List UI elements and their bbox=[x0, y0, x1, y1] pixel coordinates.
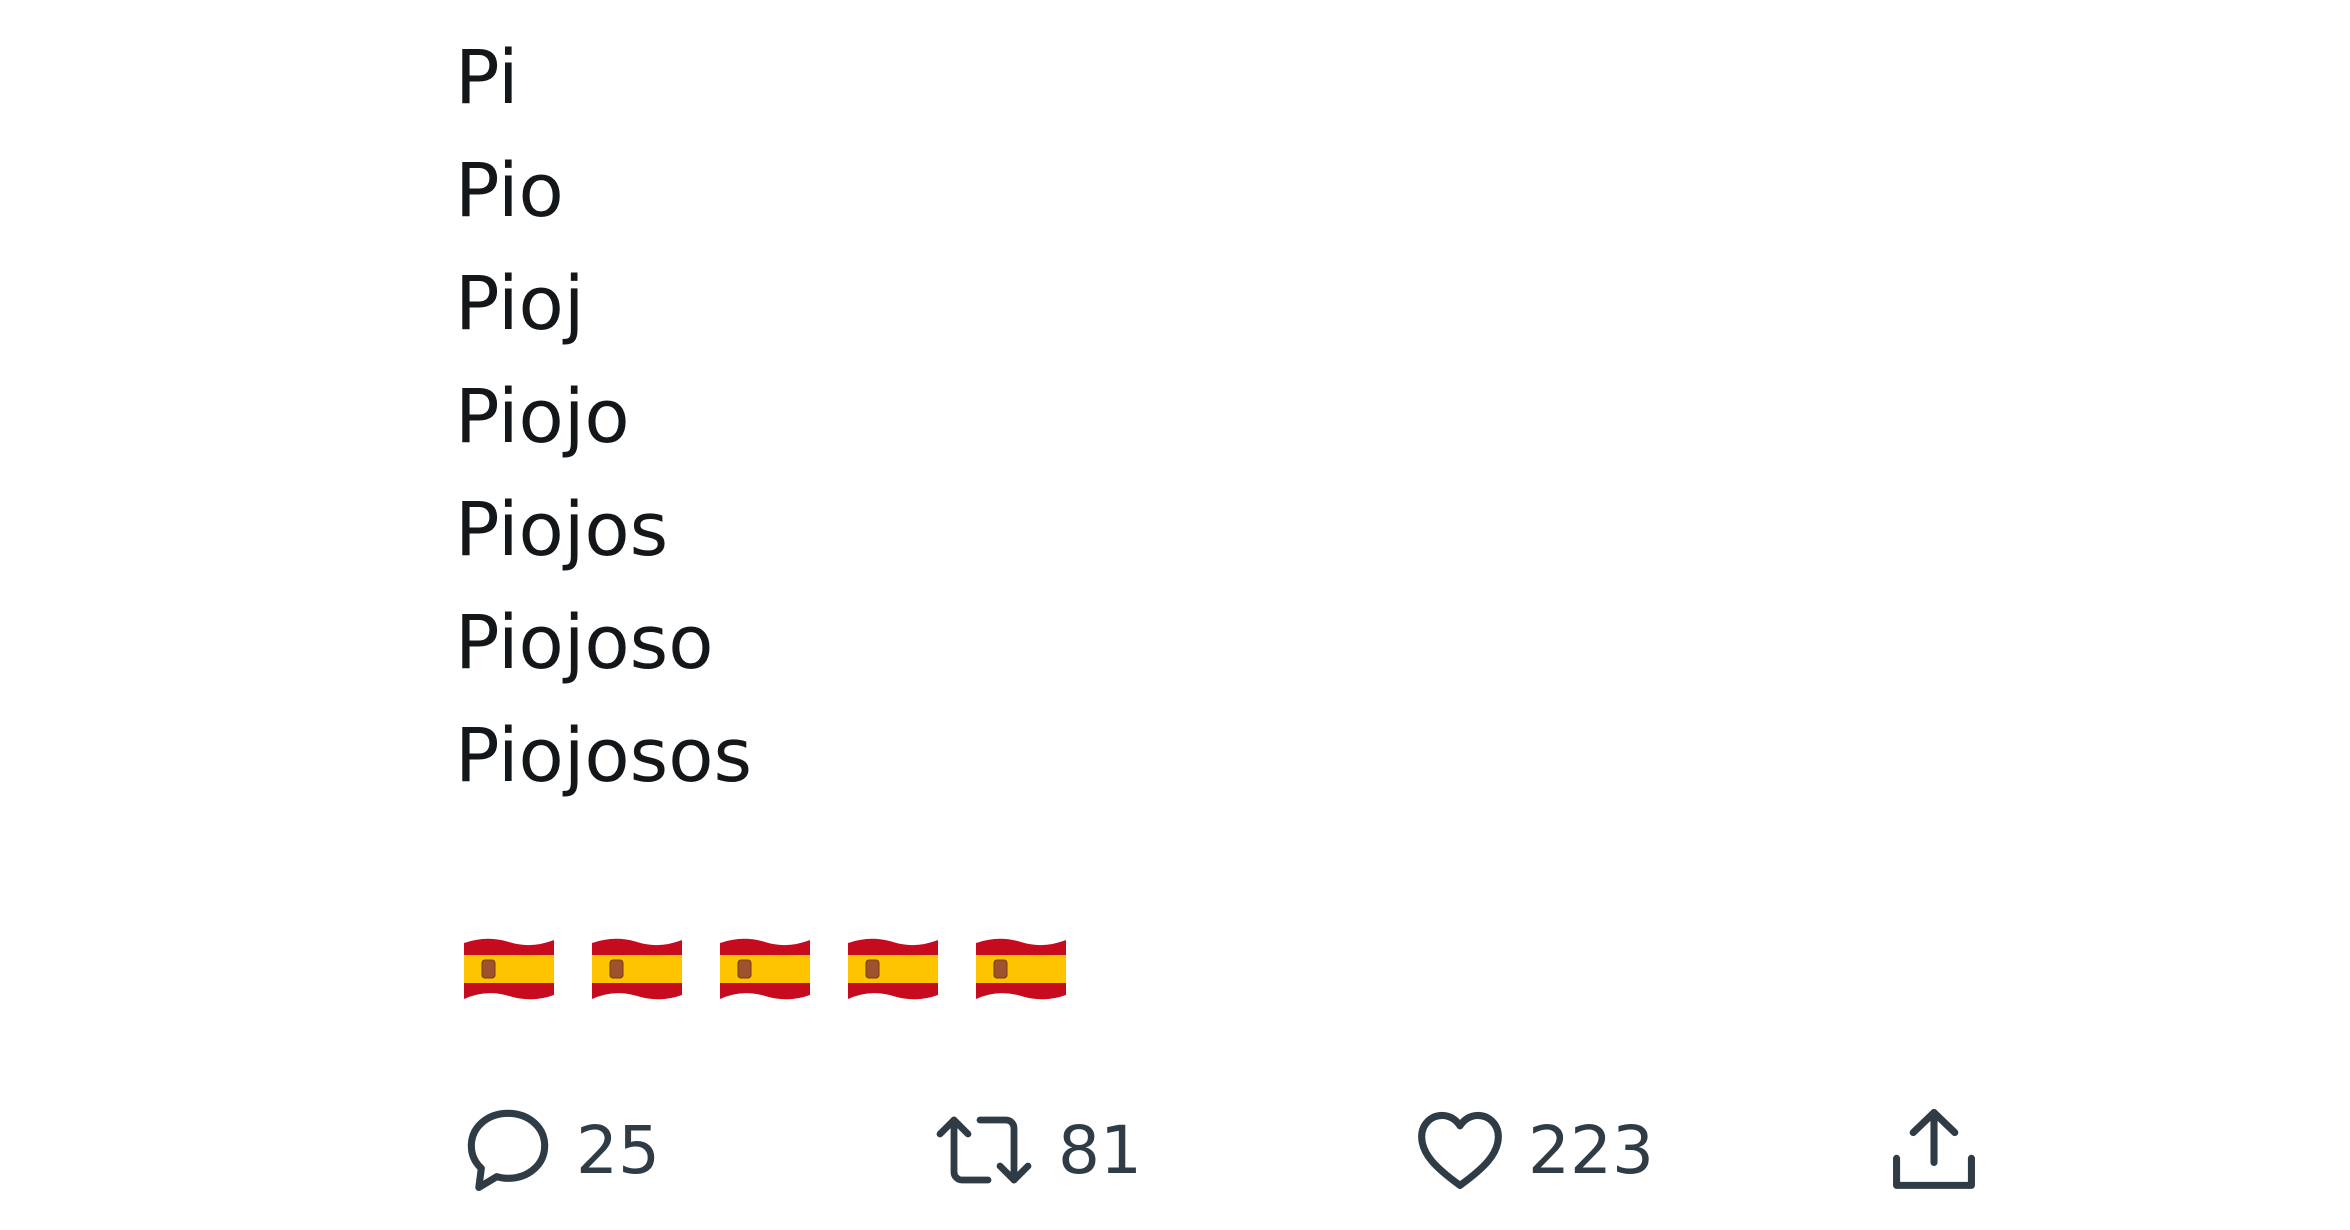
retweet-count: 81 bbox=[1058, 1111, 1142, 1189]
reply-count: 25 bbox=[576, 1111, 660, 1189]
tweet-text-line: Pioj bbox=[455, 261, 585, 347]
spain-flag-icon bbox=[848, 938, 938, 1000]
retweet-button[interactable]: 81 bbox=[928, 1095, 1142, 1205]
tweet-text-line: Piojos bbox=[455, 487, 669, 573]
tweet-action-bar: 25 81 223 bbox=[0, 1095, 2350, 1205]
share-button[interactable] bbox=[1882, 1095, 1986, 1205]
spain-flag-icon bbox=[976, 938, 1066, 1000]
tweet-text-line: Piojoso bbox=[455, 600, 714, 686]
retweet-icon bbox=[928, 1100, 1040, 1200]
tweet: Pi Pio Pioj Piojo Piojos Piojoso Piojoso… bbox=[0, 0, 2350, 1230]
spain-flag-icon bbox=[592, 938, 682, 1000]
tweet-text-line: Piojosos bbox=[455, 713, 753, 799]
flag-emoji-row bbox=[462, 933, 1068, 1013]
like-button[interactable]: 223 bbox=[1410, 1095, 1654, 1205]
reply-button[interactable]: 25 bbox=[458, 1095, 660, 1205]
spain-flag-icon bbox=[720, 938, 810, 1000]
tweet-text: Pi Pio Pioj Piojo Piojos Piojoso Piojoso… bbox=[455, 22, 752, 813]
like-count: 223 bbox=[1528, 1111, 1654, 1189]
tweet-text-line: Piojo bbox=[455, 374, 630, 460]
spain-flag-icon bbox=[464, 938, 554, 1000]
tweet-text-line: Pi bbox=[455, 35, 519, 121]
heart-icon bbox=[1410, 1100, 1510, 1200]
share-upload-icon bbox=[1882, 1100, 1986, 1200]
tweet-text-line: Pio bbox=[455, 148, 564, 234]
reply-bubble-icon bbox=[458, 1100, 558, 1200]
